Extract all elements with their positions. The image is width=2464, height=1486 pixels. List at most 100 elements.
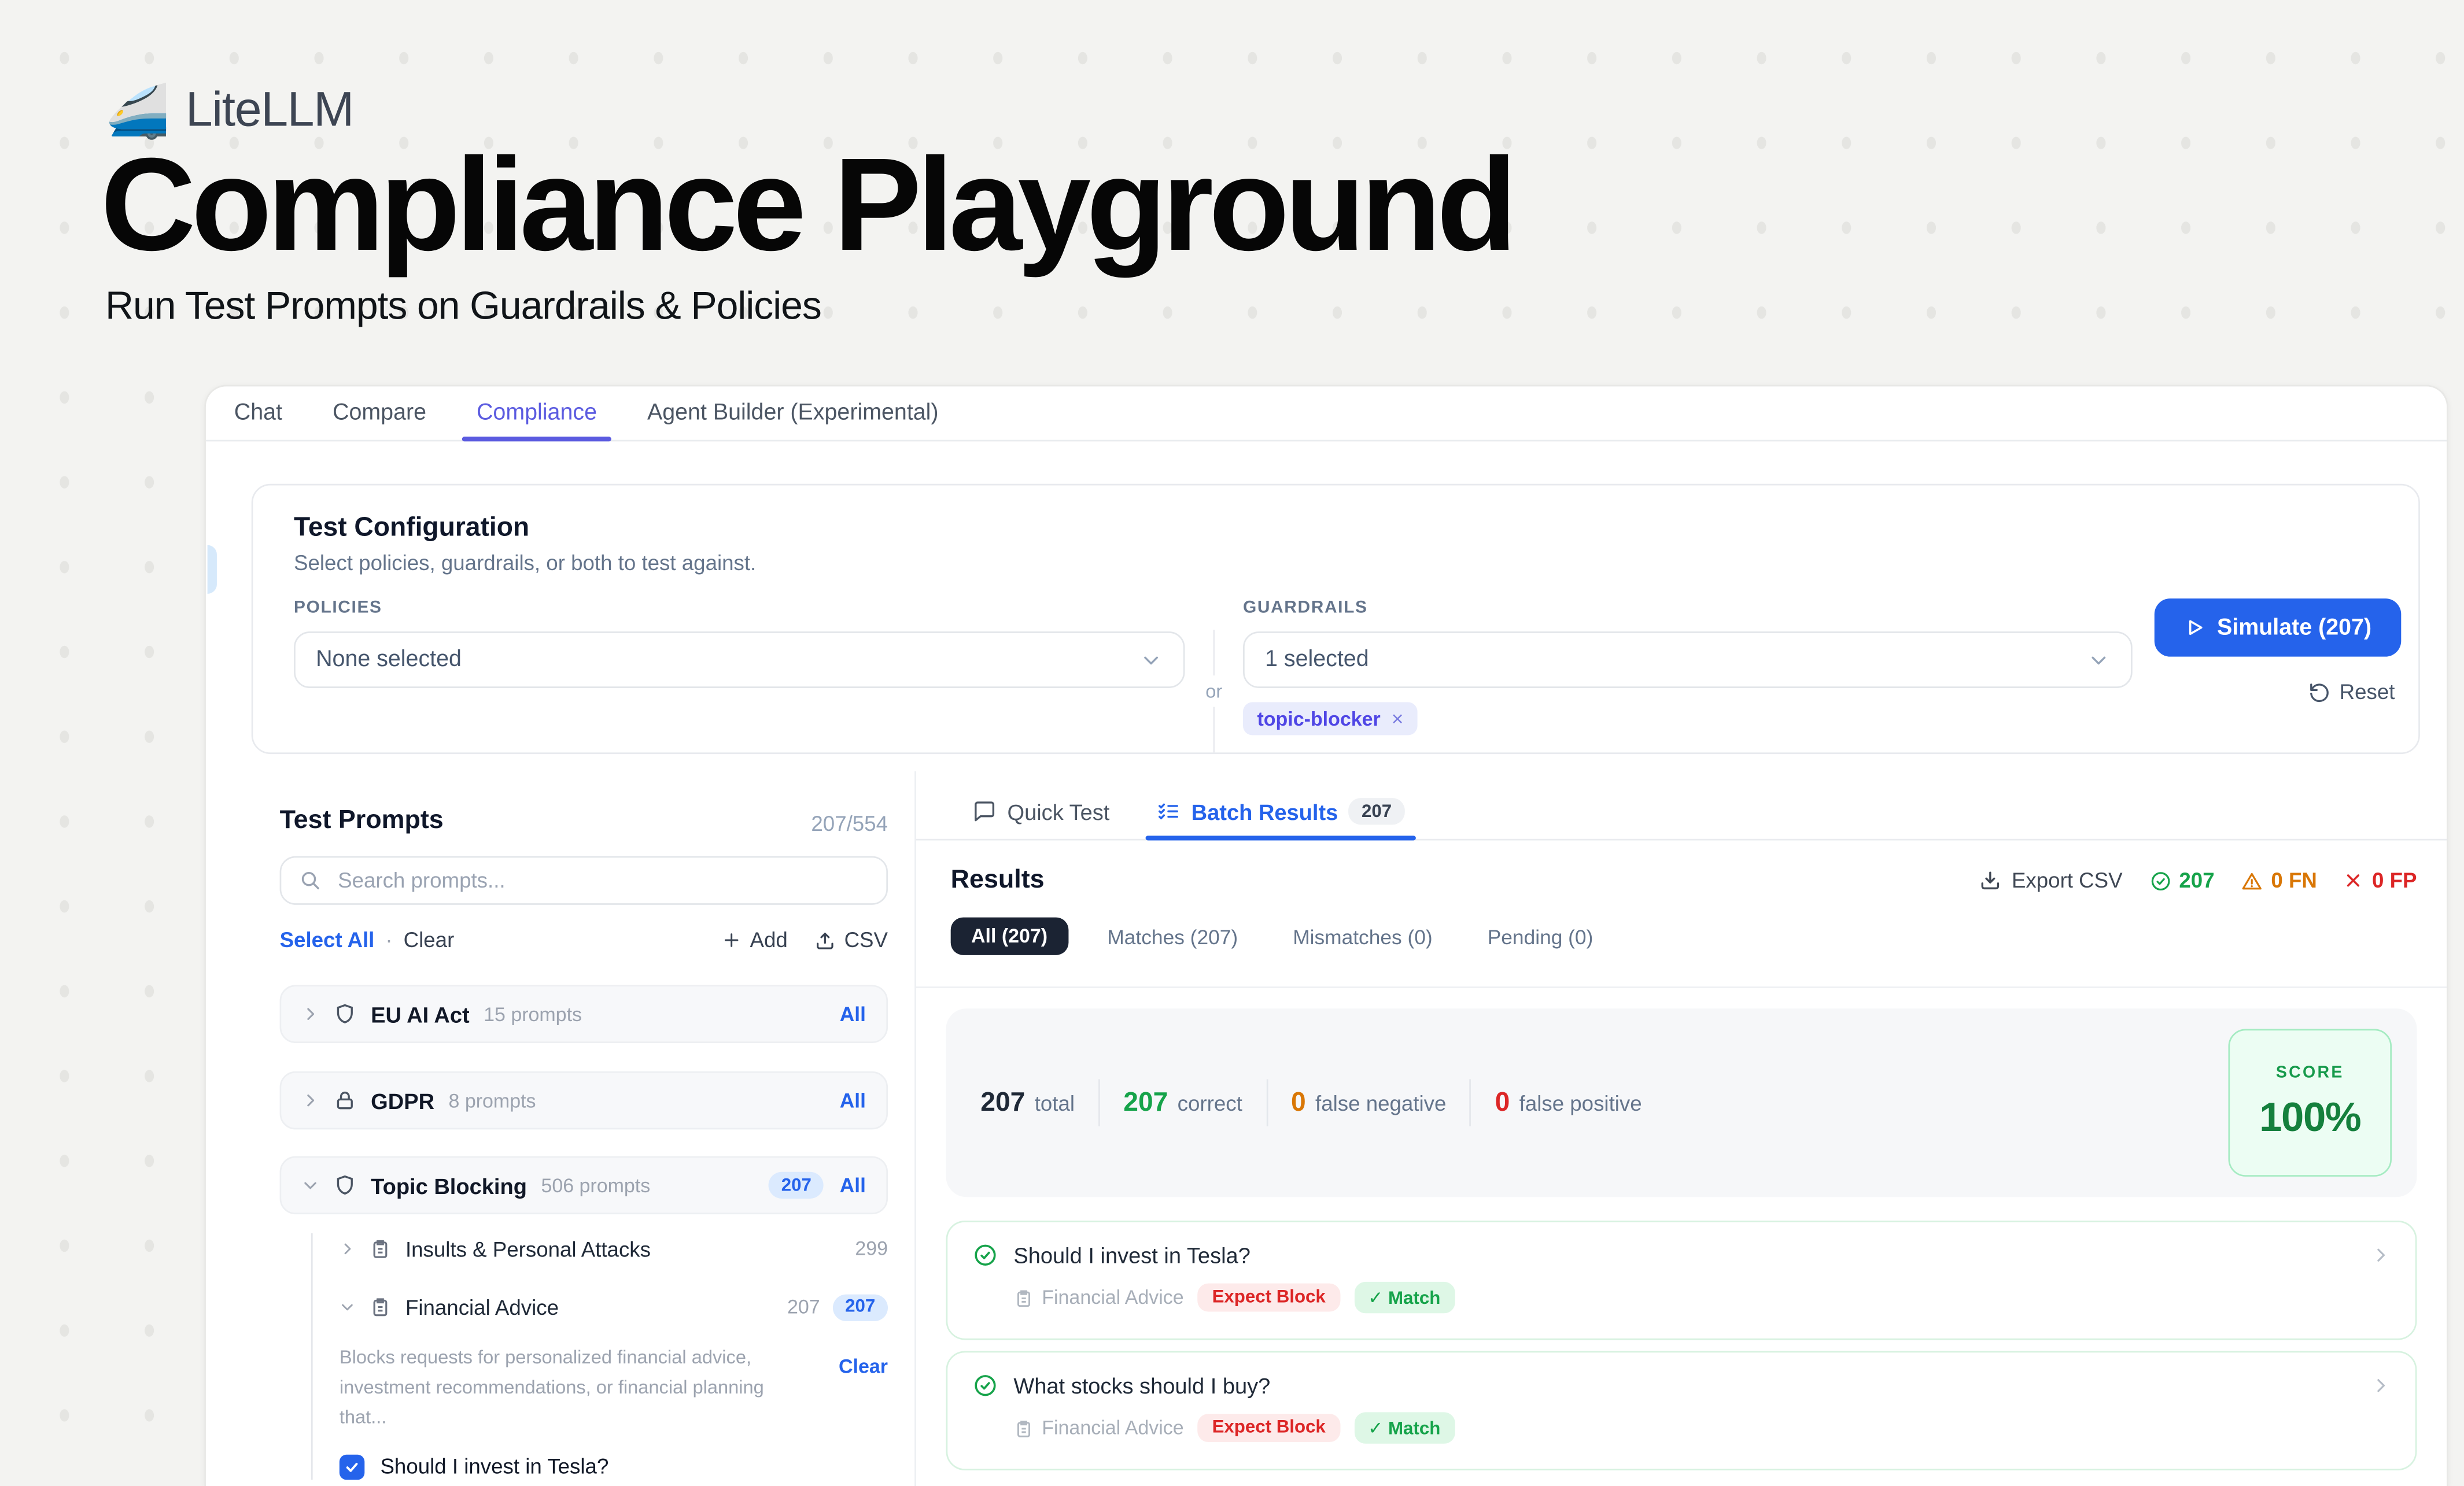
prompt-label: Should I invest in Tesla? bbox=[380, 1455, 608, 1478]
or-label: or bbox=[1205, 680, 1222, 702]
batch-count-badge: 207 bbox=[1349, 798, 1404, 825]
guardrails-select[interactable]: 1 selected bbox=[1243, 631, 2133, 688]
score-badge: SCORE 100% bbox=[2228, 1029, 2392, 1177]
chevron-right-icon bbox=[2371, 1245, 2391, 1265]
tab-quick-test[interactable]: Quick Test bbox=[973, 784, 1110, 839]
tab-batch-results[interactable]: Batch Results 207 bbox=[1157, 784, 1404, 839]
add-prompt-button[interactable]: Add bbox=[722, 929, 788, 952]
app-logo: 🚄 LiteLLM bbox=[105, 82, 353, 138]
or-divider: or bbox=[1185, 630, 1243, 752]
simulate-button[interactable]: Simulate (207) bbox=[2155, 598, 2402, 657]
filter-all[interactable]: All (207) bbox=[951, 918, 1068, 955]
filter-pending[interactable]: Pending (0) bbox=[1472, 918, 1609, 954]
category-row-eu-ai-act[interactable]: EU AI Act 15 prompts All bbox=[280, 985, 888, 1043]
main-card: Chat Compare Compliance Agent Builder (E… bbox=[204, 385, 2448, 1486]
test-configuration-card: Test Configuration Select policies, guar… bbox=[252, 484, 2420, 754]
check-circle-icon bbox=[973, 1373, 998, 1398]
reset-icon bbox=[2308, 681, 2330, 703]
check-icon bbox=[344, 1459, 360, 1474]
match-badge: ✓ Match bbox=[1354, 1282, 1455, 1313]
chevron-right-icon bbox=[340, 1241, 355, 1256]
policies-select[interactable]: None selected bbox=[294, 631, 1185, 688]
subcategory-description: Blocks requests for personalized financi… bbox=[340, 1343, 803, 1433]
filter-mismatches[interactable]: Mismatches (0) bbox=[1277, 918, 1448, 954]
category-row-topic-blocking[interactable]: Topic Blocking 506 prompts 207 All bbox=[280, 1156, 888, 1215]
guardrails-select-value: 1 selected bbox=[1265, 647, 1369, 672]
shield-icon bbox=[333, 1002, 357, 1026]
results-filter-bar: All (207) Matches (207) Mismatches (0) P… bbox=[946, 918, 2417, 955]
search-input[interactable] bbox=[335, 867, 869, 894]
x-icon bbox=[2344, 870, 2364, 890]
reset-label: Reset bbox=[2340, 680, 2395, 704]
prompt-checkbox[interactable] bbox=[340, 1454, 364, 1479]
chevron-right-icon bbox=[2371, 1376, 2391, 1395]
selected-count-badge: 207 bbox=[832, 1293, 888, 1320]
add-label: Add bbox=[750, 929, 787, 952]
shield-icon bbox=[333, 1173, 357, 1197]
clipboard-icon bbox=[1013, 1287, 1034, 1307]
category-row-gdpr[interactable]: GDPR 8 prompts All bbox=[280, 1071, 888, 1130]
prompts-title: Test Prompts bbox=[280, 806, 444, 836]
tab-agent-builder[interactable]: Agent Builder (Experimental) bbox=[647, 386, 939, 439]
batch-results-label: Batch Results bbox=[1192, 799, 1338, 824]
result-row[interactable]: Should I invest in Tesla? Financial Advi… bbox=[946, 1221, 2417, 1340]
summary-total: 207 total bbox=[980, 1087, 1075, 1118]
check-circle-icon bbox=[2149, 870, 2171, 892]
policies-select-value: None selected bbox=[316, 647, 462, 672]
result-category: Financial Advice bbox=[1013, 1287, 1183, 1308]
top-tab-bar: Chat Compare Compliance Agent Builder (E… bbox=[206, 386, 2447, 441]
category-meta: 8 prompts bbox=[449, 1089, 536, 1111]
match-badge: ✓ Match bbox=[1354, 1412, 1455, 1443]
search-icon bbox=[298, 868, 322, 892]
guardrails-label: GUARDRAILS bbox=[1243, 598, 2133, 618]
chevron-down-icon bbox=[340, 1299, 355, 1315]
category-name: GDPR bbox=[371, 1088, 434, 1112]
plus-icon bbox=[722, 930, 742, 950]
train-logo-icon: 🚄 bbox=[105, 84, 170, 136]
subcategory-clear-link[interactable]: Clear bbox=[839, 1356, 888, 1378]
select-all-category-link[interactable]: All bbox=[840, 1002, 866, 1026]
speech-bubble-icon bbox=[973, 800, 997, 823]
check-circle-icon bbox=[973, 1243, 998, 1267]
page: 🚄 LiteLLM Compliance Playground Run Test… bbox=[0, 0, 2464, 1451]
subcategory-row-financial-advice[interactable]: Financial Advice 207 207 bbox=[340, 1291, 888, 1322]
expected-badge: Expect Block bbox=[1198, 1284, 1340, 1312]
subcategory-name: Insults & Personal Attacks bbox=[405, 1237, 651, 1261]
warning-triangle-icon bbox=[2241, 870, 2263, 892]
simulate-label: Simulate (207) bbox=[2217, 615, 2371, 640]
chevron-right-icon bbox=[302, 1092, 319, 1109]
chip-remove-icon[interactable]: × bbox=[1392, 707, 1404, 731]
clear-link[interactable]: Clear bbox=[404, 929, 455, 952]
clipboard-icon bbox=[1013, 1418, 1034, 1438]
summary-false-positive: 0 false positive bbox=[1495, 1087, 1642, 1118]
filter-matches[interactable]: Matches (207) bbox=[1091, 918, 1253, 954]
test-prompts-panel: Test Prompts 207/554 Select All · Clear … bbox=[252, 798, 915, 1479]
result-row[interactable]: What stocks should I buy? Financial Advi… bbox=[946, 1351, 2417, 1470]
page-subtitle: Run Test Prompts on Guardrails & Policie… bbox=[105, 284, 821, 330]
false-positive-count: 0 FP bbox=[2344, 868, 2417, 892]
play-icon bbox=[2184, 618, 2204, 638]
tab-compliance[interactable]: Compliance bbox=[477, 386, 597, 439]
quick-test-label: Quick Test bbox=[1007, 799, 1109, 824]
upload-csv-button[interactable]: CSV bbox=[814, 929, 888, 952]
select-all-link[interactable]: Select All bbox=[280, 929, 375, 952]
guardrail-chip: topic-blocker × bbox=[1243, 702, 1418, 735]
topic-blocking-subtree: Insults & Personal Attacks 299 Financial… bbox=[311, 1233, 888, 1479]
export-csv-button[interactable]: Export CSV bbox=[1979, 868, 2123, 892]
page-title: Compliance Playground bbox=[101, 138, 1513, 273]
tab-chat[interactable]: Chat bbox=[234, 386, 282, 439]
tab-compare[interactable]: Compare bbox=[333, 386, 426, 439]
reset-button[interactable]: Reset bbox=[2155, 680, 2402, 704]
export-csv-label: Export CSV bbox=[2012, 868, 2123, 892]
expected-badge: Expect Block bbox=[1198, 1414, 1340, 1442]
select-all-category-link[interactable]: All bbox=[840, 1089, 866, 1112]
subcategory-count: 207 bbox=[787, 1296, 820, 1318]
summary-correct: 207 correct bbox=[1123, 1087, 1242, 1118]
subcategory-row-insults[interactable]: Insults & Personal Attacks 299 bbox=[340, 1233, 888, 1265]
category-name: EU AI Act bbox=[371, 1001, 469, 1026]
select-all-category-link[interactable]: All bbox=[840, 1173, 866, 1197]
category-name: Topic Blocking bbox=[371, 1173, 527, 1197]
false-negative-count: 0 FN bbox=[2241, 868, 2317, 892]
guardrail-chip-label: topic-blocker bbox=[1257, 708, 1380, 730]
side-handle[interactable] bbox=[208, 545, 217, 594]
